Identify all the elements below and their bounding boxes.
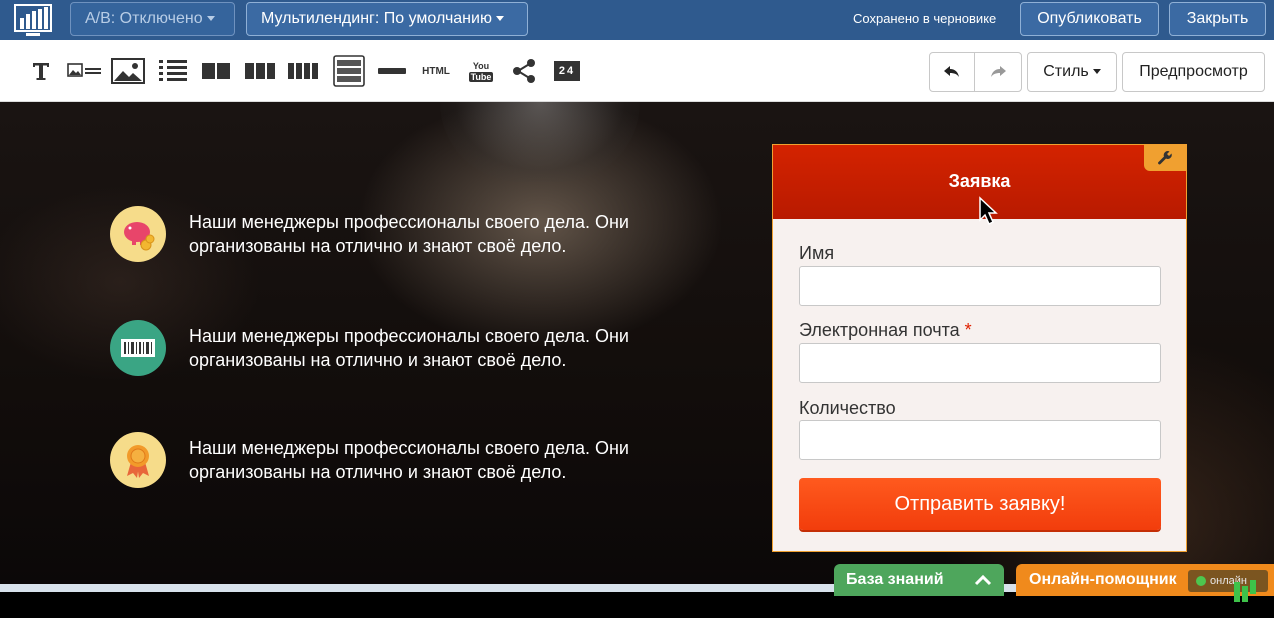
image-text-tool-icon[interactable] [66,54,104,88]
timer-tool-label: 24 [554,61,580,81]
redo-button[interactable] [974,52,1022,92]
mouse-cursor-icon [978,196,998,231]
quantity-label: Количество [799,398,896,418]
undo-button[interactable] [929,52,975,92]
publish-button[interactable]: Опубликовать [1020,2,1159,36]
chevron-up-icon [974,574,992,586]
feature-item: Наши менеджеры профессионалы своего дела… [110,432,710,488]
wrench-icon [1158,151,1172,165]
app-logo-icon[interactable] [14,4,56,38]
form-tool-icon[interactable] [332,52,366,90]
feature-item: Наши менеджеры профессионалы своего дела… [110,206,710,262]
block-toolbar: HTML You Tube 24 Стиль Предпросмотр [0,40,1274,102]
ab-test-dropdown[interactable]: A/B: Отключено [70,2,235,36]
feature-text: Наши менеджеры профессионалы своего дела… [189,438,629,482]
multilanding-label: Мультилендинг: По умолчанию [261,10,492,27]
background-photo [440,102,640,182]
youtube-top-text: You [472,60,490,71]
barcode-icon [110,320,166,376]
email-label: Электронная почта * [799,320,972,340]
share-tool-icon[interactable] [510,54,538,88]
knowledge-base-button[interactable]: База знаний [834,564,1004,596]
style-label: Стиль [1043,63,1089,80]
close-button[interactable]: Закрыть [1169,2,1266,36]
feature-item: Наши менеджеры профессионалы своего дела… [110,320,710,376]
undo-icon [944,66,959,77]
feature-text: Наши менеджеры профессионалы своего дела… [189,326,629,370]
preview-button[interactable]: Предпросмотр [1122,52,1265,92]
youtube-bottom-text: Tube [469,71,493,82]
chevron-down-icon [206,16,215,22]
top-bar: A/B: Отключено Мультилендинг: По умолчан… [0,0,1274,40]
save-status: Сохранено в черновике [853,11,997,26]
required-mark: * [964,320,972,340]
name-label: Имя [799,243,835,263]
youtube-tool-icon[interactable]: You Tube [468,54,494,88]
feature-text: Наши менеджеры профессионалы своего дела… [189,212,629,256]
list-tool-icon[interactable] [156,54,190,88]
chevron-down-icon [1092,69,1101,75]
online-helper-label: Онлайн-помощник [1029,571,1177,588]
redo-icon [991,66,1006,77]
knowledge-base-label: База знаний [846,571,944,588]
timer-tool-icon[interactable]: 24 [553,54,581,88]
multilanding-dropdown[interactable]: Мультилендинг: По умолчанию [246,2,528,36]
ab-test-label: A/B: Отключено [85,10,203,27]
quantity-input[interactable] [799,420,1161,460]
form-settings-button[interactable] [1144,145,1186,171]
text-tool-icon[interactable] [28,54,54,88]
corner-logo-icon [1232,578,1260,611]
divider-tool-icon[interactable] [376,54,408,88]
style-dropdown[interactable]: Стиль [1027,52,1117,92]
four-columns-tool-icon[interactable] [286,54,320,88]
submit-button[interactable]: Отправить заявку! [799,478,1161,530]
html-tool-label: HTML [422,65,450,77]
image-tool-icon[interactable] [110,54,146,88]
name-input[interactable] [799,266,1161,306]
chevron-down-icon [495,16,504,22]
two-columns-tool-icon[interactable] [200,54,232,88]
form-title: Заявка [948,171,1011,191]
three-columns-tool-icon[interactable] [243,54,277,88]
status-dot-icon [1196,576,1206,586]
award-ribbon-icon [110,432,166,488]
piggy-bank-icon [110,206,166,262]
email-input[interactable] [799,343,1161,383]
html-tool-icon[interactable]: HTML [418,54,454,88]
